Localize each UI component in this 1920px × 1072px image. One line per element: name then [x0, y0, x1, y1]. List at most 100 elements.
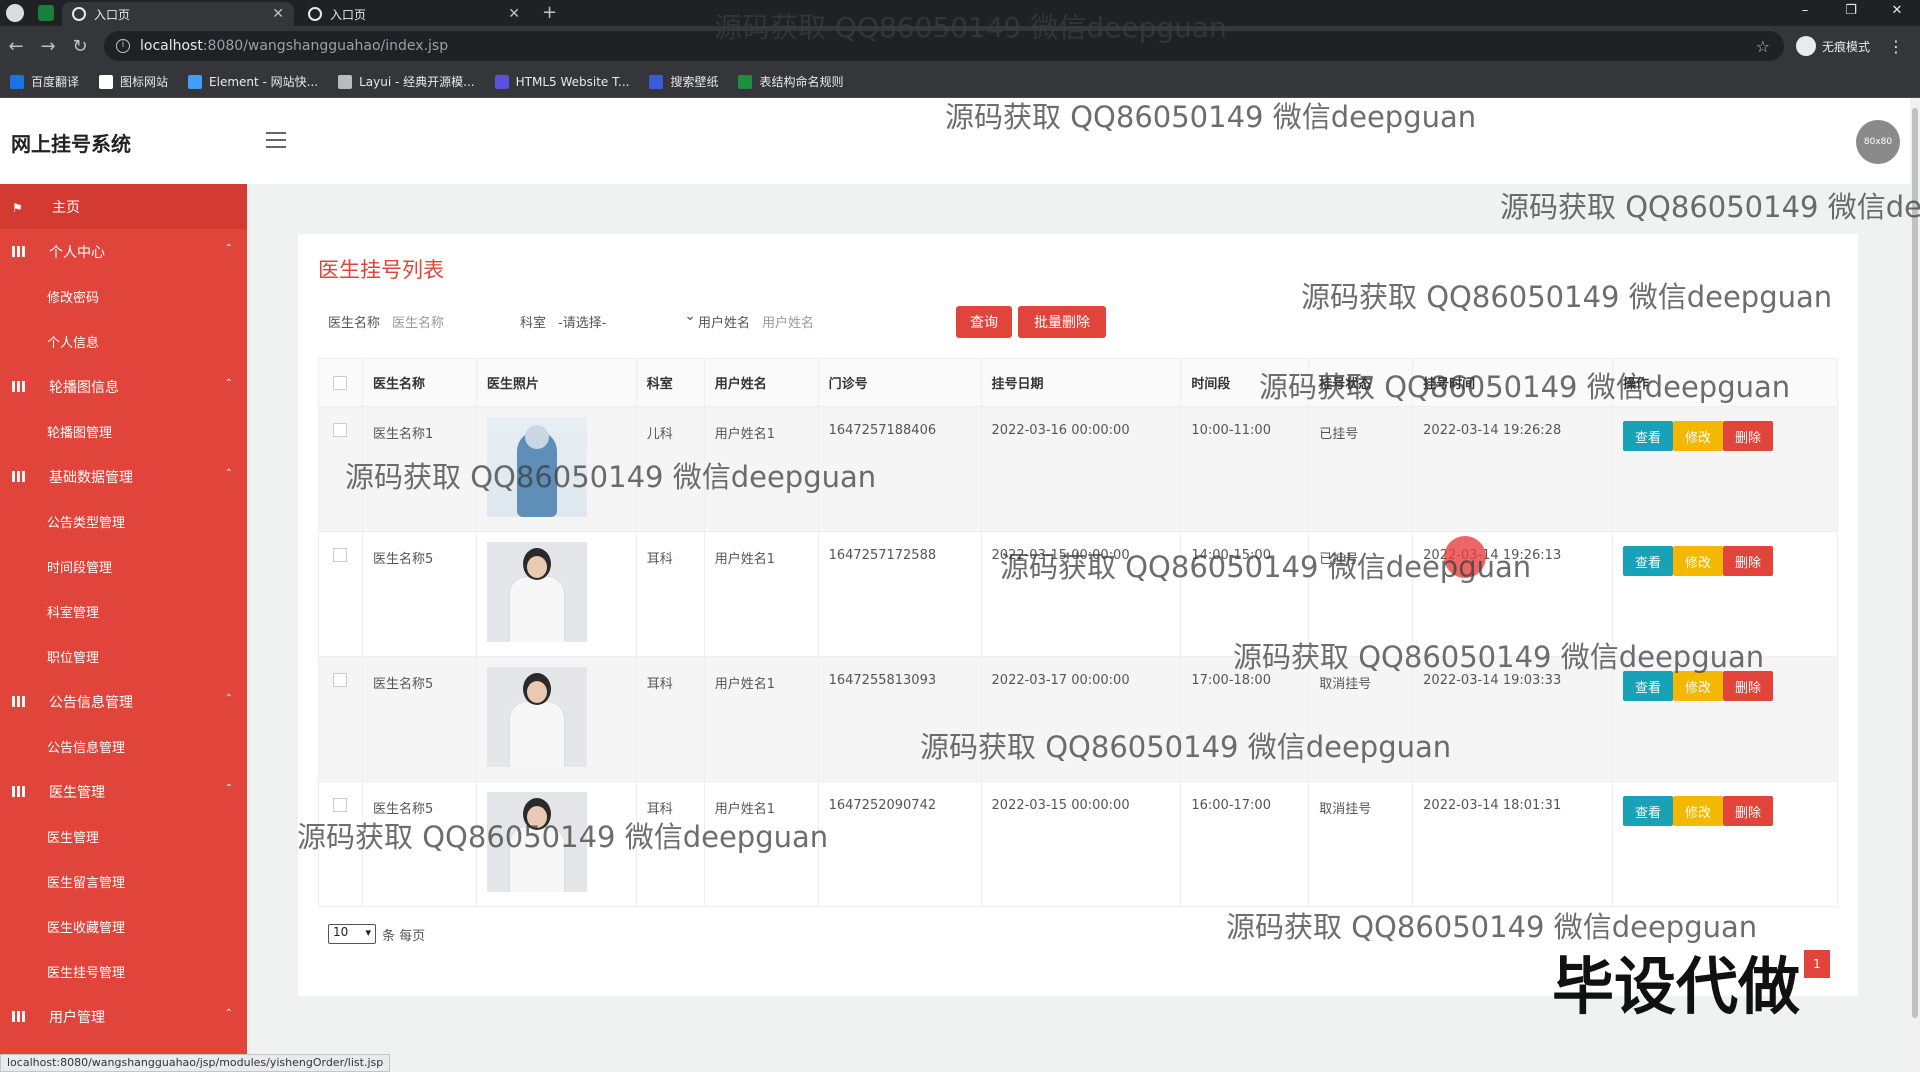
browser-menu-icon[interactable]: ⋮	[1888, 37, 1904, 56]
doctor-filter-label: 医生名称	[328, 315, 381, 331]
pinned-tab-icon[interactable]	[38, 5, 54, 21]
minimize-icon[interactable]: –	[1782, 0, 1828, 26]
close-tab-icon[interactable]: ✕	[272, 6, 284, 22]
close-tab-icon[interactable]: ✕	[508, 6, 520, 22]
bookmark-item[interactable]: 图标网站	[99, 73, 168, 90]
sidebar-item[interactable]: 医生收藏管理	[0, 904, 247, 949]
sidebar-group[interactable]: 公告信息管理 ⌃	[0, 679, 247, 724]
bookmark-icon	[338, 74, 353, 89]
page-size-select[interactable]: 10	[328, 924, 376, 944]
date-cell: 2022-03-16 00:00:00	[980, 406, 1182, 532]
restore-icon[interactable]: ❐	[1828, 0, 1874, 26]
browser-tab[interactable]: 入口页 ✕	[298, 2, 530, 26]
bookmark-item[interactable]: 表结构命名规则	[738, 73, 843, 90]
sidebar-item-home[interactable]: ⚑ 主页	[0, 184, 247, 229]
sidebar-item-label: 科室管理	[47, 606, 100, 621]
bookmark-label: Layui - 经典开源模...	[359, 75, 475, 89]
sidebar-item[interactable]: 医生留言管理	[0, 859, 247, 904]
sidebar-item[interactable]: 时间段管理	[0, 544, 247, 589]
grid-icon	[12, 696, 25, 707]
sidebar-item-label: 主页	[52, 199, 80, 216]
actions-cell: 查看 修改 删除	[1611, 781, 1839, 907]
close-window-icon[interactable]: ✕	[1874, 0, 1920, 26]
sidebar-group[interactable]: 基础数据管理 ⌃	[0, 454, 247, 499]
page-size-suffix: 条 每页	[382, 928, 426, 944]
watermark-text: 源码获取 QQ86050149 微信deepguan	[1500, 190, 1920, 224]
bookmark-item[interactable]: Element - 网站快...	[188, 73, 318, 90]
page-scrollbar[interactable]	[1910, 98, 1920, 1072]
bookmark-star-icon[interactable]: ☆	[1756, 37, 1770, 56]
sidebar-item-label: 医生收藏管理	[47, 921, 126, 936]
watermark-text: 源码获取 QQ86050149 微信deepguan	[297, 820, 829, 854]
delete-button[interactable]: 删除	[1722, 421, 1773, 451]
new-tab-icon[interactable]: +	[542, 2, 557, 23]
row-checkbox[interactable]	[333, 798, 347, 812]
forward-icon[interactable]: →	[32, 36, 64, 57]
user-name-input[interactable]: 用户姓名	[762, 312, 890, 331]
reload-icon[interactable]: ↻	[64, 36, 96, 57]
dept-select[interactable]: -请选择-	[558, 308, 698, 331]
incognito-indicator[interactable]: 无痕模式	[1796, 36, 1870, 56]
sidebar-group[interactable]: 用户管理 ⌃	[0, 994, 247, 1039]
sidebar-group[interactable]: 医生管理 ⌃	[0, 769, 247, 814]
watermark-big: 毕设代做	[1552, 950, 1801, 1023]
page-number-button[interactable]: 1	[1804, 950, 1830, 978]
bookmark-item[interactable]: 百度翻译	[10, 73, 79, 90]
sidebar-item[interactable]: 科室管理	[0, 589, 247, 634]
chevron-up-icon: ⌃	[224, 693, 233, 704]
doctor-name-input[interactable]: 医生名称	[392, 312, 520, 331]
row-checkbox[interactable]	[333, 673, 347, 687]
sidebar-item-label: 公告信息管理	[47, 741, 126, 756]
edit-button[interactable]: 修改	[1672, 421, 1723, 451]
page-title: 医生挂号列表	[318, 258, 444, 282]
edit-button[interactable]: 修改	[1672, 546, 1723, 576]
view-button[interactable]: 查看	[1622, 421, 1673, 451]
browser-logo-icon[interactable]	[6, 4, 24, 22]
back-icon[interactable]: ←	[0, 36, 32, 57]
bookmark-icon	[99, 74, 114, 89]
sidebar-item[interactable]: 轮播图管理	[0, 409, 247, 454]
clinic-no-cell: 1647252090742	[817, 781, 982, 907]
avatar[interactable]: 80x80	[1856, 120, 1900, 164]
site-info-icon[interactable]: i	[116, 39, 130, 53]
sidebar-item-label: 医生管理	[47, 831, 100, 846]
time-cell: 2022-03-14 19:26:28	[1412, 406, 1613, 532]
watermark-text: 源码获取 QQ86050149 微信deepguan	[714, 11, 1227, 44]
doctor-name-cell: 医生名称5	[361, 656, 477, 782]
time-cell: 2022-03-14 18:01:31	[1412, 781, 1613, 907]
pagination: 10 条 每页	[328, 924, 425, 944]
sidebar-group[interactable]: 个人中心 ⌃	[0, 229, 247, 274]
watermark-text: 源码获取 QQ86050149 微信deepguan	[345, 460, 877, 494]
sidebar-group[interactable]: 轮播图信息 ⌃	[0, 364, 247, 409]
sidebar-item[interactable]: 修改密码	[0, 274, 247, 319]
dept-cell: 耳科	[635, 531, 705, 657]
sidebar-item[interactable]: 医生管理	[0, 814, 247, 859]
view-button[interactable]: 查看	[1622, 796, 1673, 826]
delete-button[interactable]: 删除	[1722, 796, 1773, 826]
batch-delete-button[interactable]: 批量删除	[1018, 306, 1106, 338]
chevron-up-icon: ⌃	[224, 468, 233, 479]
sidebar-item[interactable]: 医生挂号管理	[0, 949, 247, 994]
bookmark-item[interactable]: HTML5 Website T...	[494, 74, 629, 89]
delete-button[interactable]: 删除	[1722, 546, 1773, 576]
sidebar-item-label: 医生挂号管理	[47, 966, 126, 981]
menu-toggle-icon[interactable]	[266, 132, 286, 148]
chevron-up-icon: ⌃	[224, 1008, 233, 1019]
bookmark-item[interactable]: Layui - 经典开源模...	[338, 73, 475, 90]
row-checkbox[interactable]	[333, 423, 347, 437]
incognito-label: 无痕模式	[1822, 39, 1871, 54]
row-checkbox[interactable]	[333, 548, 347, 562]
bookmark-icon	[649, 74, 664, 89]
sidebar-item[interactable]: 个人信息	[0, 319, 247, 364]
user-name-cell: 用户姓名1	[703, 531, 819, 657]
browser-tab[interactable]: 入口页 ✕	[62, 2, 294, 26]
sidebar-item[interactable]: 公告类型管理	[0, 499, 247, 544]
query-button[interactable]: 查询	[956, 306, 1012, 338]
sidebar-item-label: 医生留言管理	[47, 876, 126, 891]
view-button[interactable]: 查看	[1622, 546, 1673, 576]
sidebar-item[interactable]: 公告信息管理	[0, 724, 247, 769]
select-all-checkbox[interactable]	[333, 375, 347, 390]
bookmark-item[interactable]: 搜索壁纸	[649, 73, 718, 90]
edit-button[interactable]: 修改	[1672, 796, 1723, 826]
sidebar-item[interactable]: 职位管理	[0, 634, 247, 679]
